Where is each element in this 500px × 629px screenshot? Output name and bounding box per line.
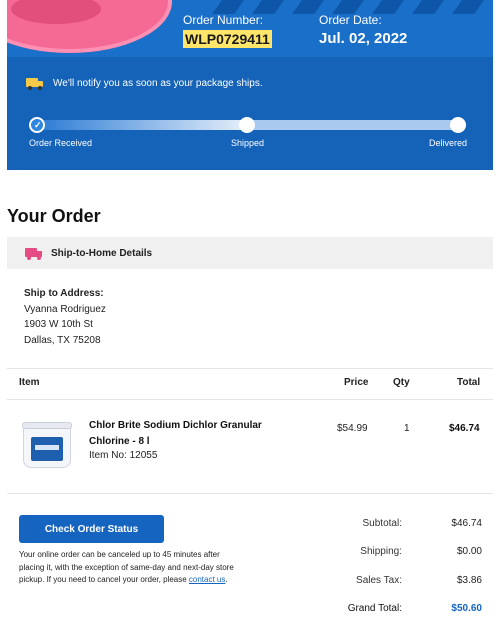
step-label-delivered: Delivered — [429, 138, 468, 148]
order-number-label: Order Number: — [183, 13, 264, 27]
cancel-note-end: . — [225, 575, 228, 585]
shipping-value: $0.00 — [456, 546, 482, 557]
divider — [7, 493, 493, 494]
progress-fill — [36, 120, 251, 130]
banner-header: Order Number: WLP0729411 Order Date: Jul… — [7, 0, 493, 57]
address-line: 1903 W 10th St — [24, 319, 93, 330]
ship-to-heading: Ship to Address: — [24, 288, 104, 299]
contact-us-link[interactable]: contact us — [189, 575, 225, 584]
col-header-total: Total — [457, 377, 481, 388]
product-qty: 1 — [404, 423, 410, 434]
cancel-note: Your online order can be canceled up to … — [19, 549, 244, 587]
col-header-qty: Qty — [393, 377, 410, 388]
product-image[interactable] — [19, 420, 74, 470]
divider — [7, 399, 493, 400]
address-line: Dallas, TX 75208 — [24, 334, 101, 346]
notify-text: We'll notify you as soon as your package… — [53, 77, 263, 89]
address-line: Vyanna Rodriguez — [24, 303, 106, 315]
step-delivered-dot — [450, 117, 466, 133]
ship-to-address: Ship to Address: Vyanna Rodriguez 1903 W… — [24, 286, 106, 348]
subtotal-label: Subtotal: — [362, 518, 402, 529]
subtotal-value: $46.74 — [451, 518, 482, 529]
order-confirmation-page: Order Number: WLP0729411 Order Date: Jul… — [0, 0, 500, 629]
step-label-shipped: Shipped — [231, 138, 265, 148]
divider — [7, 368, 493, 369]
sales-tax-value: $3.86 — [456, 575, 482, 586]
step-shipped-dot — [239, 117, 255, 133]
delivery-truck-icon — [26, 76, 44, 90]
product-total: $46.74 — [449, 423, 480, 434]
product-item-number: Item No: 12055 — [89, 450, 158, 461]
col-header-item: Item — [19, 377, 40, 388]
product-name[interactable]: Chlor Brite Sodium Dichlor Granular Chlo… — [89, 418, 289, 450]
step-label-order-received: Order Received — [29, 138, 93, 148]
order-date-label: Order Date: — [319, 13, 382, 27]
order-number: WLP0729411 — [183, 30, 272, 48]
check-icon: ✓ — [34, 120, 42, 130]
check-order-status-button[interactable]: Check Order Status — [19, 515, 164, 543]
ship-details-title: Ship-to-Home Details — [51, 247, 153, 259]
ship-details-bar: Ship-to-Home Details — [7, 237, 493, 269]
order-date: Jul. 02, 2022 — [319, 30, 408, 47]
col-header-price: Price — [344, 377, 369, 388]
pool-float-image — [7, 0, 172, 53]
grand-total-label: Grand Total: — [347, 603, 402, 614]
shipping-label: Shipping: — [360, 546, 402, 557]
grand-total-value: $50.60 — [451, 603, 482, 614]
product-price: $54.99 — [337, 423, 368, 434]
sales-tax-label: Sales Tax: — [356, 575, 402, 586]
pink-truck-icon — [25, 246, 43, 260]
section-title: Your Order — [7, 206, 101, 226]
step-order-received-dot: ✓ — [29, 117, 45, 133]
notify-message: We'll notify you as soon as your package… — [26, 76, 263, 90]
